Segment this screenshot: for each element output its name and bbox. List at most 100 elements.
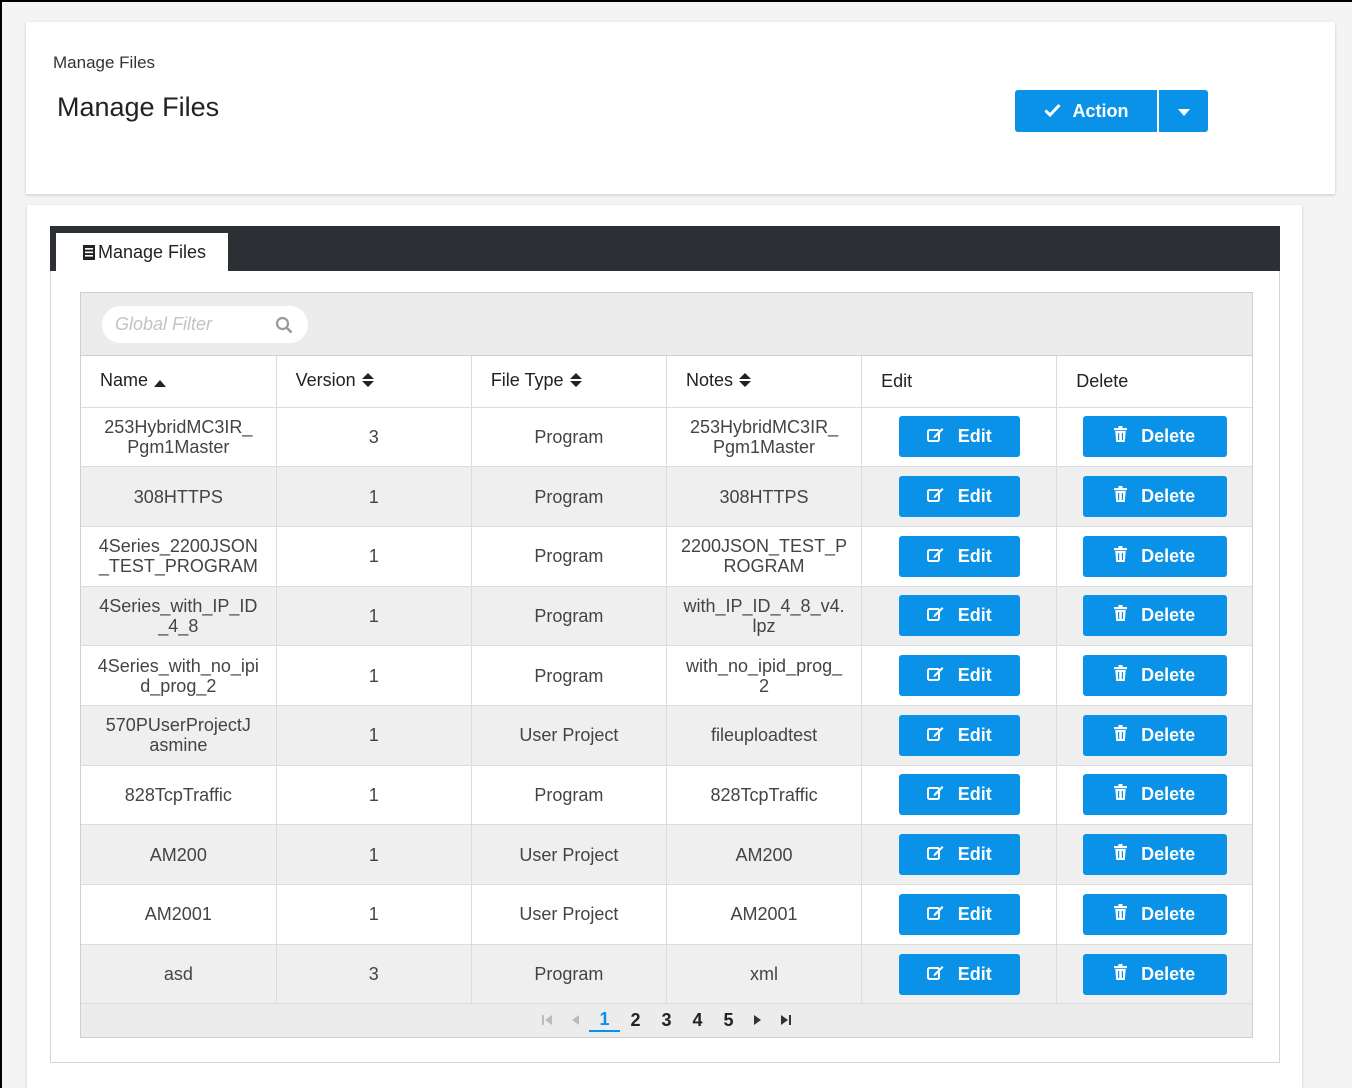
delete-button-label: Delete: [1141, 426, 1196, 447]
edit-icon: [926, 546, 944, 567]
next-page-icon[interactable]: [744, 1014, 772, 1028]
delete-button[interactable]: Delete: [1082, 834, 1227, 876]
tab-label: Manage Files: [98, 241, 207, 262]
page-1[interactable]: 1: [589, 1009, 620, 1033]
delete-button[interactable]: Delete: [1082, 476, 1227, 518]
cell-notes: 828TcpTraffic: [666, 765, 863, 826]
pagination: 1 2 3 4 5: [81, 1004, 1252, 1038]
search-icon[interactable]: [275, 316, 293, 334]
edit-button-label: Edit: [957, 605, 992, 626]
edit-icon: [926, 665, 944, 686]
first-page-icon[interactable]: [533, 1014, 561, 1028]
cell-version: 3: [276, 407, 472, 468]
document-icon: [82, 244, 96, 261]
delete-button[interactable]: Delete: [1082, 714, 1227, 756]
column-header-label: File Type: [490, 370, 564, 391]
trash-icon: [1114, 486, 1128, 507]
cell-file-type: User Project: [471, 884, 667, 945]
cell-version: 1: [276, 645, 472, 706]
edit-button[interactable]: Edit: [898, 416, 1020, 458]
table-row: 253HybridMC3IR_ Pgm1Master 3 Program 253Hybr…: [81, 407, 1252, 468]
column-header-file-type[interactable]: File Type: [471, 356, 667, 408]
column-header-notes[interactable]: Notes: [666, 356, 863, 408]
trash-icon: [1114, 903, 1128, 925]
cell-delete: Delete: [1056, 526, 1252, 587]
edit-button[interactable]: Edit: [898, 893, 1020, 935]
column-header-delete: Delete: [1056, 356, 1252, 408]
page-5[interactable]: 5: [713, 1010, 744, 1031]
tab-manage-files[interactable]: Manage Files: [56, 233, 228, 271]
check-icon: [1043, 101, 1061, 122]
cell-file-type: User Project: [471, 824, 667, 885]
cell-delete: Delete: [1056, 824, 1252, 885]
edit-button[interactable]: Edit: [898, 834, 1020, 876]
page-4[interactable]: 4: [682, 1010, 713, 1031]
last-page-icon[interactable]: [772, 1014, 800, 1028]
table-row: asd 3 Program xml Edit Delete: [81, 944, 1252, 1005]
edit-button[interactable]: Edit: [898, 953, 1020, 995]
cell-version: 1: [276, 586, 472, 647]
edit-button[interactable]: Edit: [898, 774, 1020, 816]
page-title: Manage Files: [57, 92, 220, 122]
page-header-card: Manage Files Manage Files Action: [26, 22, 1335, 194]
column-header-name[interactable]: Name: [81, 356, 277, 408]
window-border-top: [0, 0, 1352, 2]
action-dropdown-toggle[interactable]: [1159, 90, 1208, 132]
action-button[interactable]: Action: [1015, 90, 1157, 132]
delete-button-label: Delete: [1141, 784, 1196, 805]
table-header-row: Name Version File Type Notes Edit Delete: [81, 356, 1252, 408]
cell-file-type: Program: [471, 526, 667, 587]
edit-button[interactable]: Edit: [898, 714, 1020, 756]
cell-edit: Edit: [861, 765, 1058, 826]
cell-notes: 253HybridMC3IR_ Pgm1Master: [666, 407, 863, 468]
cell-version: 1: [276, 526, 472, 587]
cell-version: 1: [276, 824, 472, 885]
delete-button[interactable]: Delete: [1082, 655, 1227, 697]
column-header-version[interactable]: Version: [276, 356, 472, 408]
cell-version: 1: [276, 705, 472, 766]
delete-button[interactable]: Delete: [1082, 595, 1227, 637]
delete-button[interactable]: Delete: [1082, 953, 1227, 995]
tab-content: Name Version File Type Notes Edit Delete…: [50, 271, 1280, 1063]
cell-name: 308HTTPS: [81, 466, 277, 527]
sort-asc-icon: [154, 371, 167, 392]
edit-button[interactable]: Edit: [898, 535, 1020, 577]
edit-button-label: Edit: [957, 784, 992, 805]
trash-icon: [1114, 724, 1128, 746]
page-3[interactable]: 3: [651, 1010, 682, 1031]
delete-button-label: Delete: [1141, 486, 1196, 507]
edit-button-label: Edit: [957, 426, 992, 447]
delete-button[interactable]: Delete: [1082, 774, 1227, 816]
edit-button-label: Edit: [957, 903, 992, 924]
column-header-label: Notes: [685, 370, 733, 391]
cell-edit: Edit: [861, 705, 1058, 766]
delete-button[interactable]: Delete: [1082, 893, 1227, 935]
previous-page-icon[interactable]: [561, 1014, 589, 1028]
cell-version: 1: [276, 466, 472, 527]
cell-name: 4Series_with_IP_ID _4_8: [81, 586, 277, 647]
edit-button-label: Edit: [957, 486, 992, 507]
edit-icon: [926, 904, 944, 925]
page-2[interactable]: 2: [620, 1010, 651, 1031]
cell-edit: Edit: [861, 586, 1058, 647]
global-filter-input[interactable]: [115, 314, 275, 335]
trash-icon: [1114, 844, 1128, 865]
table-row: 4Series_with_no_ipi d_prog_2 1 Program with_…: [81, 645, 1252, 706]
edit-icon: [926, 844, 944, 865]
edit-button[interactable]: Edit: [898, 476, 1020, 518]
cell-delete: Delete: [1056, 645, 1252, 706]
global-filter-wrapper: [102, 306, 308, 343]
edit-button[interactable]: Edit: [898, 595, 1020, 637]
delete-button[interactable]: Delete: [1082, 535, 1227, 577]
delete-button[interactable]: Delete: [1082, 416, 1227, 458]
breadcrumb: Manage Files: [53, 53, 156, 72]
cell-delete: Delete: [1056, 705, 1252, 766]
sort-both-icon: [569, 371, 582, 392]
cell-edit: Edit: [861, 824, 1058, 885]
edit-button[interactable]: Edit: [898, 655, 1020, 697]
table-row: 570PUserProjectJ asmine 1 User Project fileu…: [81, 705, 1252, 766]
cell-name: 253HybridMC3IR_ Pgm1Master: [81, 407, 277, 468]
cell-name: AM2001: [81, 884, 277, 945]
cell-name: 4Series_with_no_ipi d_prog_2: [81, 645, 277, 706]
delete-button-label: Delete: [1141, 963, 1196, 984]
